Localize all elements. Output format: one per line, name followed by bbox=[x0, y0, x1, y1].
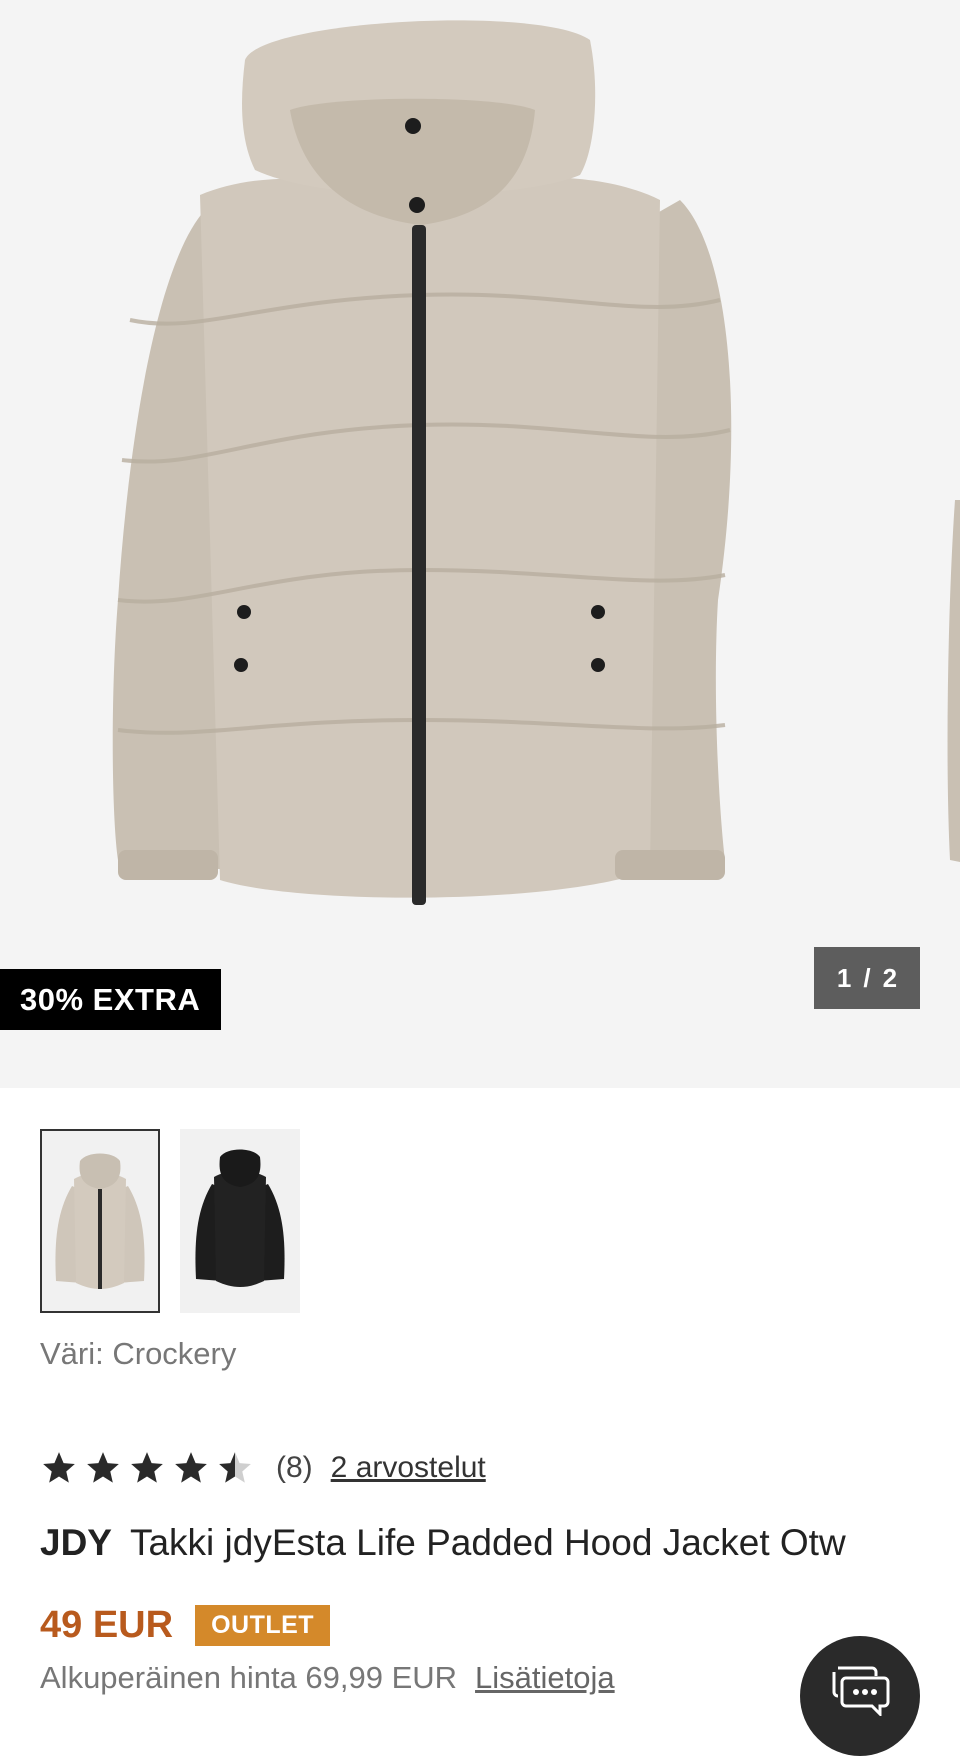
more-info-link[interactable]: Lisätietoja bbox=[475, 1660, 615, 1696]
product-name: Takki jdyEsta Life Padded Hood Jacket Ot… bbox=[129, 1522, 846, 1563]
star-icon bbox=[131, 1452, 163, 1483]
counter-current: 1 bbox=[836, 962, 852, 993]
product-title: JDY Takki jdyEsta Life Padded Hood Jacket… bbox=[40, 1522, 846, 1564]
image-counter: 1 / 2 bbox=[814, 947, 920, 1009]
star-rating bbox=[40, 1449, 254, 1487]
rating-count: (8) bbox=[276, 1451, 313, 1484]
jacket-thumbnail-image bbox=[195, 1149, 285, 1287]
thumbnail-crockery[interactable] bbox=[40, 1129, 160, 1313]
star-icon bbox=[43, 1452, 75, 1483]
counter-total: 2 bbox=[882, 962, 898, 993]
star-half-icon bbox=[219, 1452, 251, 1483]
chat-bubbles-icon bbox=[832, 1666, 890, 1716]
product-rating: (8) 2 arvostelut bbox=[40, 1443, 486, 1493]
extra-discount-badge: 30% EXTRA bbox=[0, 969, 221, 1030]
outlet-badge: OUTLET bbox=[195, 1605, 331, 1646]
product-image-gallery[interactable]: 30% EXTRA 1 / 2 bbox=[0, 0, 960, 1088]
jacket-thumbnail-image bbox=[55, 1153, 145, 1289]
brand-name[interactable]: JDY bbox=[40, 1522, 112, 1563]
selected-color-label: Väri: Crockery bbox=[40, 1336, 237, 1371]
counter-separator: / bbox=[863, 962, 871, 993]
star-icon bbox=[175, 1452, 207, 1483]
original-price: Alkuperäinen hinta 69,99 EUR bbox=[40, 1660, 458, 1695]
reviews-link[interactable]: 2 arvostelut bbox=[331, 1451, 486, 1485]
thumbnail-black[interactable] bbox=[180, 1129, 300, 1313]
chat-button[interactable] bbox=[800, 1636, 920, 1756]
star-icon bbox=[87, 1452, 119, 1483]
price-row: 49 EUR OUTLET bbox=[40, 1604, 331, 1647]
jacket-product-image bbox=[112, 20, 960, 905]
original-price-row: Alkuperäinen hinta 69,99 EUR Lisätietoja bbox=[40, 1660, 615, 1696]
current-price: 49 EUR bbox=[40, 1604, 174, 1646]
